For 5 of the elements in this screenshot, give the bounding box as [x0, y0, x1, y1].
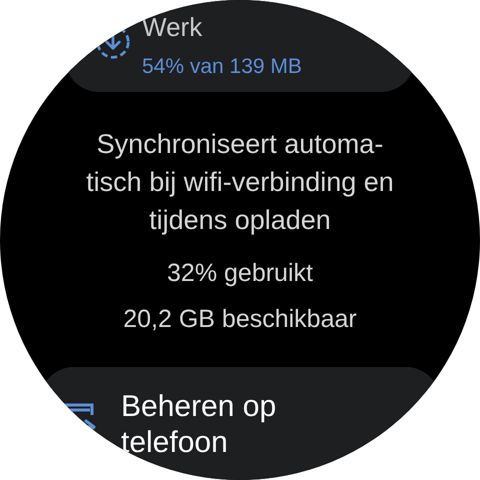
storage-used: 32% gebruikt [167, 258, 313, 289]
sync-description: Synchroniseert automa- tisch bij wifi-verbinding en tijdens opladen [86, 128, 394, 237]
item-title: Werk [142, 12, 204, 42]
storage-available: 20,2 GB beschikbaar [123, 304, 357, 335]
item-subtitle: 54% van 139 MB [142, 54, 302, 80]
